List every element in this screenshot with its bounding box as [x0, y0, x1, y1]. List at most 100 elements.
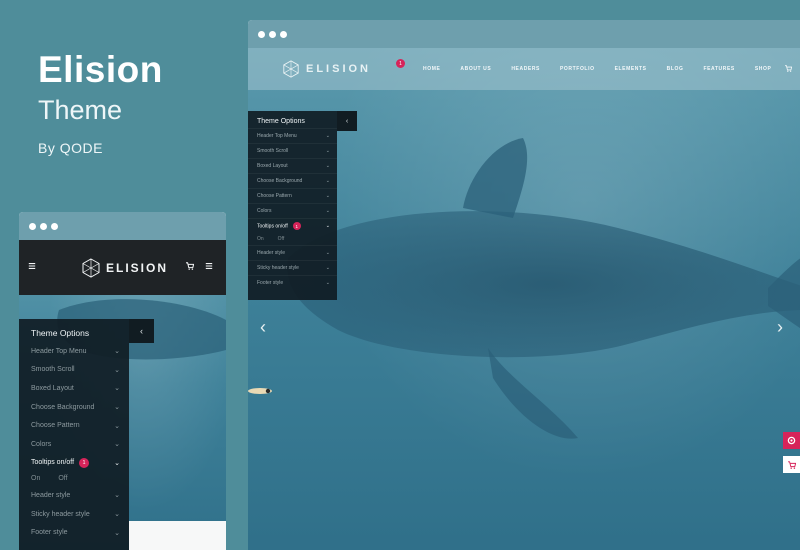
toggle-off[interactable]: Off: [58, 475, 67, 482]
geometric-logo-icon: [283, 60, 299, 78]
content-area: [129, 521, 226, 550]
gear-icon: [787, 436, 796, 445]
nav-item-about-us[interactable]: ABOUT US: [460, 66, 491, 72]
logo-text: ELISION: [306, 63, 372, 75]
option-label: Sticky header style: [257, 265, 299, 271]
option-label-text: Tooltips on/off: [257, 223, 288, 230]
theme-options-title: Theme Options: [31, 328, 90, 338]
option-label: Choose Pattern: [257, 193, 292, 199]
option-header-top-menu[interactable]: Header Top Menu ⌄: [248, 128, 337, 143]
nav-item-headers[interactable]: HEADERS: [511, 66, 540, 72]
window-dot-icon: [51, 222, 58, 230]
options-collapse-button[interactable]: ‹: [129, 319, 154, 343]
chevron-down-icon: ⌄: [325, 280, 330, 286]
chevron-down-icon: ⌄: [114, 529, 120, 537]
option-tooltips[interactable]: Tooltips on/off 1 ⌄: [19, 454, 129, 473]
site-logo[interactable]: ELISION: [282, 60, 371, 78]
option-header-top-menu[interactable]: Header Top Menu ⌄: [19, 342, 129, 361]
chevron-down-icon: ⌄: [325, 265, 330, 271]
toggle-off[interactable]: Off: [278, 236, 285, 242]
option-choose-background[interactable]: Choose Background ⌄: [248, 173, 337, 188]
swimmer-figure: [248, 388, 272, 394]
chevron-down-icon: ⌄: [114, 385, 120, 393]
cart-icon[interactable]: [785, 64, 793, 74]
option-colors[interactable]: Colors ⌄: [19, 435, 129, 454]
option-boxed-layout[interactable]: Boxed Layout ⌄: [19, 379, 129, 398]
option-footer-style[interactable]: Footer style ⌄: [248, 275, 337, 290]
geometric-logo-icon: [82, 257, 100, 278]
option-label: Footer style: [257, 280, 284, 286]
window-dot-icon: [40, 222, 47, 230]
option-label: Colors: [257, 208, 272, 214]
nav-item-home[interactable]: HOME: [423, 66, 440, 72]
chevron-down-icon: ⌄: [325, 163, 330, 169]
slider-prev-arrow[interactable]: ‹: [260, 317, 266, 338]
options-collapse-button[interactable]: ‹: [337, 111, 357, 131]
option-sticky-header-style[interactable]: Sticky header style ⌄: [248, 260, 337, 275]
option-choose-pattern[interactable]: Choose Pattern ⌄: [248, 188, 337, 203]
option-label: Header Top Menu: [257, 133, 297, 139]
option-tooltips[interactable]: Tooltips on/off 1 ⌄: [248, 218, 337, 233]
window-titlebar: [19, 212, 226, 240]
side-cart-button[interactable]: [783, 456, 800, 473]
desktop-browser-window: ELISION 1 HOME ABOUT US HEADERS PORTFOLI…: [248, 20, 800, 550]
option-label: Choose Background: [31, 403, 95, 411]
option-label: Header style: [31, 491, 71, 499]
toggle-on[interactable]: On: [257, 236, 264, 242]
window-dot-icon: [258, 30, 265, 38]
desktop-site-header: ELISION 1 HOME ABOUT US HEADERS PORTFOLI…: [248, 48, 800, 90]
cart-icon: [787, 460, 796, 469]
window-dot-icon: [29, 222, 36, 230]
option-boxed-layout[interactable]: Boxed Layout ⌄: [248, 158, 337, 173]
side-settings-button[interactable]: [783, 432, 800, 449]
tooltips-toggle: On Off: [19, 472, 129, 486]
site-logo[interactable]: ELISION: [81, 257, 169, 278]
option-header-style[interactable]: Header style ⌄: [19, 486, 129, 505]
main-nav: HOME ABOUT US HEADERS PORTFOLIO ELEMENTS…: [423, 66, 771, 72]
notification-badge: 1: [396, 59, 405, 68]
chevron-down-icon: ⌄: [114, 441, 120, 449]
option-colors[interactable]: Colors ⌄: [248, 203, 337, 218]
option-smooth-scroll[interactable]: Smooth Scroll ⌄: [248, 143, 337, 158]
option-label: Footer style: [31, 529, 68, 537]
chevron-down-icon: ⌄: [325, 193, 330, 199]
nav-item-portfolio[interactable]: PORTFOLIO: [560, 66, 595, 72]
nav-item-features[interactable]: FEATURES: [703, 66, 734, 72]
toggle-on[interactable]: On: [31, 475, 40, 482]
option-sticky-header-style[interactable]: Sticky header style ⌄: [19, 505, 129, 524]
header-icons: [785, 64, 800, 74]
option-header-style[interactable]: Header style ⌄: [248, 245, 337, 260]
hamburger-icon[interactable]: [28, 262, 36, 272]
option-footer-style[interactable]: Footer style ⌄: [19, 523, 129, 542]
chevron-down-icon: ⌄: [325, 148, 330, 154]
option-choose-pattern[interactable]: Choose Pattern ⌄: [19, 416, 129, 435]
nav-item-blog[interactable]: BLOG: [667, 66, 684, 72]
window-titlebar: [248, 20, 800, 48]
option-badge: 1: [79, 457, 90, 468]
hero-byline: By QODE: [38, 140, 103, 156]
option-smooth-scroll[interactable]: Smooth Scroll ⌄: [19, 361, 129, 380]
chevron-down-icon: ⌄: [114, 366, 120, 374]
chevron-down-icon: ⌄: [114, 492, 120, 500]
nav-item-shop[interactable]: SHOP: [755, 66, 772, 72]
option-label: Smooth Scroll: [257, 148, 289, 154]
chevron-down-icon: ⌄: [114, 459, 120, 467]
option-choose-background[interactable]: Choose Background ⌄: [19, 398, 129, 417]
nav-item-elements[interactable]: ELEMENTS: [615, 66, 647, 72]
chevron-down-icon: ⌄: [325, 250, 330, 256]
hamburger-icon[interactable]: [205, 262, 213, 272]
chevron-down-icon: ⌄: [114, 404, 120, 412]
cart-icon[interactable]: [186, 262, 195, 272]
chevron-down-icon: ⌄: [325, 208, 330, 214]
option-label: Header style: [257, 250, 286, 256]
chevron-down-icon: ⌄: [325, 133, 330, 139]
chevron-down-icon: ⌄: [114, 422, 120, 430]
chevron-down-icon: ⌄: [114, 348, 120, 356]
slider-next-arrow[interactable]: ›: [777, 317, 783, 338]
logo-text: ELISION: [106, 260, 169, 275]
option-label: Header Top Menu: [31, 347, 87, 355]
chevron-down-icon: ⌄: [325, 178, 330, 184]
option-label: Tooltips on/off 1: [257, 222, 301, 230]
window-dot-icon: [269, 30, 276, 38]
hero-subtitle: Theme: [38, 95, 123, 125]
